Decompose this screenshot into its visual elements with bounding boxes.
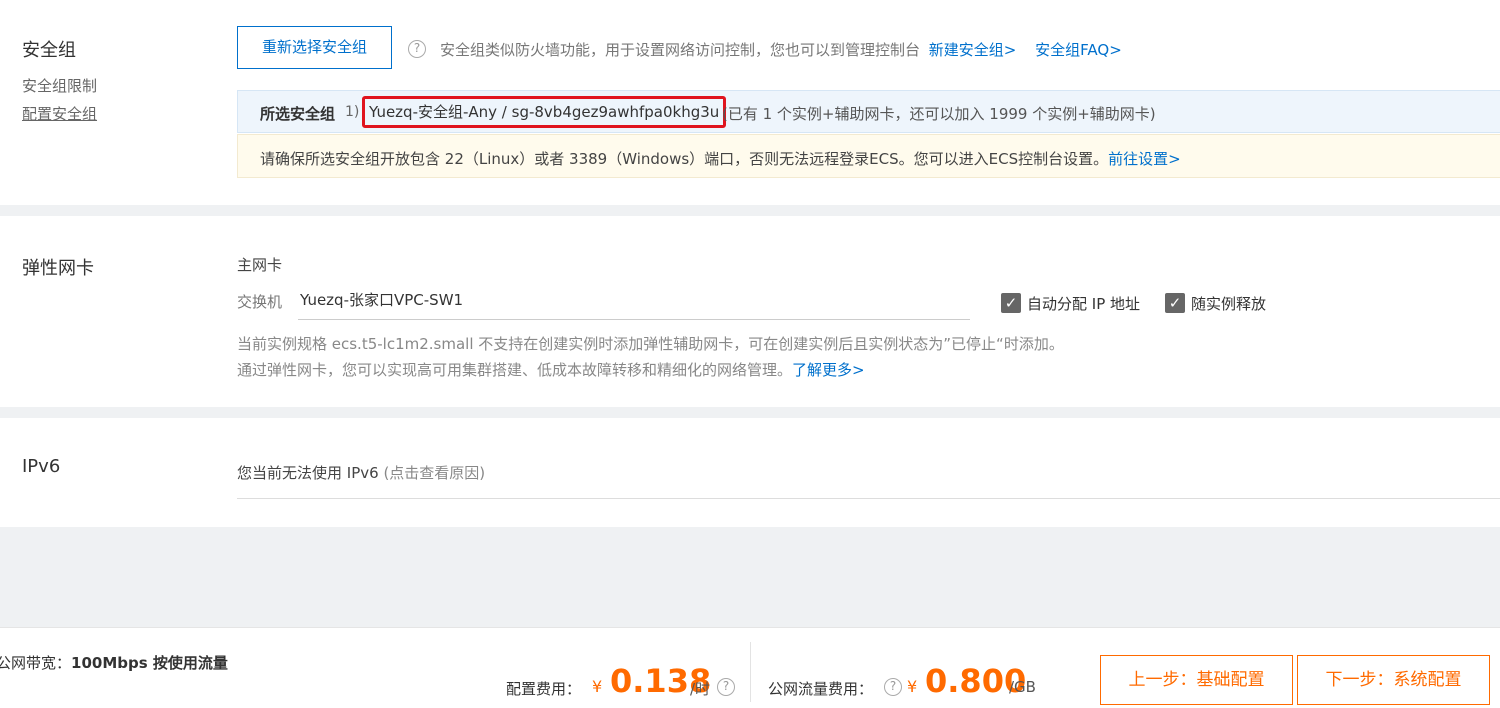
footer-divider — [750, 642, 751, 702]
config-fee-label: 配置费用： — [506, 680, 582, 698]
go-settings-link[interactable]: 前往设置> — [1108, 150, 1181, 168]
ipv6-reason-link[interactable]: (点击查看原因) — [383, 464, 485, 482]
next-step-button[interactable]: 下一步：系统配置 — [1297, 655, 1490, 705]
sg-limits-link[interactable]: 安全组限制 — [22, 75, 97, 96]
ipv6-divider — [237, 498, 1500, 499]
eni-title: 弹性网卡 — [22, 258, 94, 279]
port-warning-text: 请确保所选安全组开放包含 22（Linux）或者 3389（Windows）端口… — [260, 150, 1109, 168]
ipv6-title: IPv6 — [22, 456, 61, 477]
bandwidth-value: 100Mbps 按使用流量 — [71, 654, 228, 672]
release-with-instance-checkbox[interactable]: ✓ — [1165, 293, 1185, 313]
selected-sg-value: Yuezq-安全组-Any / sg-8vb4gez9awhfpa0khg3u — [362, 96, 727, 128]
security-group-description: 安全组类似防火墙功能，用于设置网络访问控制，您也可以到管理控制台 新建安全组> … — [440, 39, 1122, 60]
ipv6-status: 您当前无法使用 IPv6 (点击查看原因) — [237, 462, 485, 483]
prev-step-button[interactable]: 上一步：基础配置 — [1100, 655, 1293, 705]
reselect-security-group-button[interactable]: 重新选择安全组 — [237, 26, 392, 69]
auto-assign-ip-checkbox[interactable]: ✓ — [1001, 293, 1021, 313]
security-group-section: 安全组 安全组限制 配置安全组 重新选择安全组 ? 安全组类似防火墙功能，用于设… — [0, 0, 1500, 205]
release-with-instance-label[interactable]: 随实例释放 — [1191, 293, 1266, 314]
selected-security-group-bar: 所选安全组 1) Yuezq-安全组-Any / sg-8vb4gez9awhf… — [237, 90, 1500, 133]
learn-more-link[interactable]: 了解更多> — [792, 361, 865, 379]
footer-bar: 公网带宽：100Mbps 按使用流量 配置费用： ¥ 0.138 /时 ? 公网… — [0, 627, 1500, 708]
sg-description-text: 安全组类似防火墙功能，用于设置网络访问控制，您也可以到管理控制台 — [440, 41, 921, 59]
primary-eni-label: 主网卡 — [237, 256, 283, 274]
ipv6-status-text: 您当前无法使用 IPv6 — [237, 464, 379, 482]
traffic-fee-currency: ¥ — [907, 677, 918, 696]
security-group-title: 安全组 — [22, 40, 76, 61]
bandwidth-label: 公网带宽： — [0, 654, 72, 672]
help-icon[interactable]: ? — [408, 40, 426, 58]
new-security-group-link[interactable]: 新建安全组> — [929, 41, 1017, 59]
selected-sg-label: 所选安全组 — [260, 105, 336, 123]
ipv6-section: IPv6 您当前无法使用 IPv6 (点击查看原因) — [0, 418, 1500, 527]
eni-note-line2: 通过弹性网卡，您可以实现高可用集群搭建、低成本故障转移和精细化的网络管理。了解更… — [237, 359, 865, 380]
config-fee-currency: ¥ — [592, 677, 603, 696]
traffic-fee-label: 公网流量费用： — [768, 680, 874, 698]
eni-note-line1: 当前实例规格 ecs.t5-lc1m2.small 不支持在创建实例时添加弹性辅… — [237, 335, 1064, 353]
bandwidth-summary: 公网带宽：100Mbps 按使用流量 — [0, 652, 228, 673]
port-warning: 请确保所选安全组开放包含 22（Linux）或者 3389（Windows）端口… — [260, 148, 1181, 169]
traffic-fee-unit: /GB — [1009, 678, 1036, 696]
auto-assign-ip-label[interactable]: 自动分配 IP 地址 — [1027, 293, 1140, 314]
security-group-faq-link[interactable]: 安全组FAQ> — [1035, 41, 1122, 59]
eni-note-line2-text: 通过弹性网卡，您可以实现高可用集群搭建、低成本故障转移和精细化的网络管理。 — [237, 361, 793, 379]
vswitch-label: 交换机 — [237, 293, 283, 311]
traffic-fee-help-icon[interactable]: ? — [884, 678, 902, 696]
selected-sg-index: 1) — [345, 104, 360, 120]
selected-sg-capacity: (已有 1 个实例+辅助网卡，还可以加入 1999 个实例+辅助网卡) — [722, 105, 1156, 123]
eni-section: 弹性网卡 主网卡 交换机 Yuezq-张家口VPC-SW1 ✓ 自动分配 IP … — [0, 216, 1500, 407]
port-warning-bar: 请确保所选安全组开放包含 22（Linux）或者 3389（Windows）端口… — [237, 134, 1500, 178]
vswitch-field[interactable]: Yuezq-张家口VPC-SW1 — [298, 286, 970, 320]
config-fee-unit: /时 — [690, 680, 711, 698]
configure-sg-link[interactable]: 配置安全组 — [22, 103, 97, 124]
config-fee-help-icon[interactable]: ? — [717, 678, 735, 696]
